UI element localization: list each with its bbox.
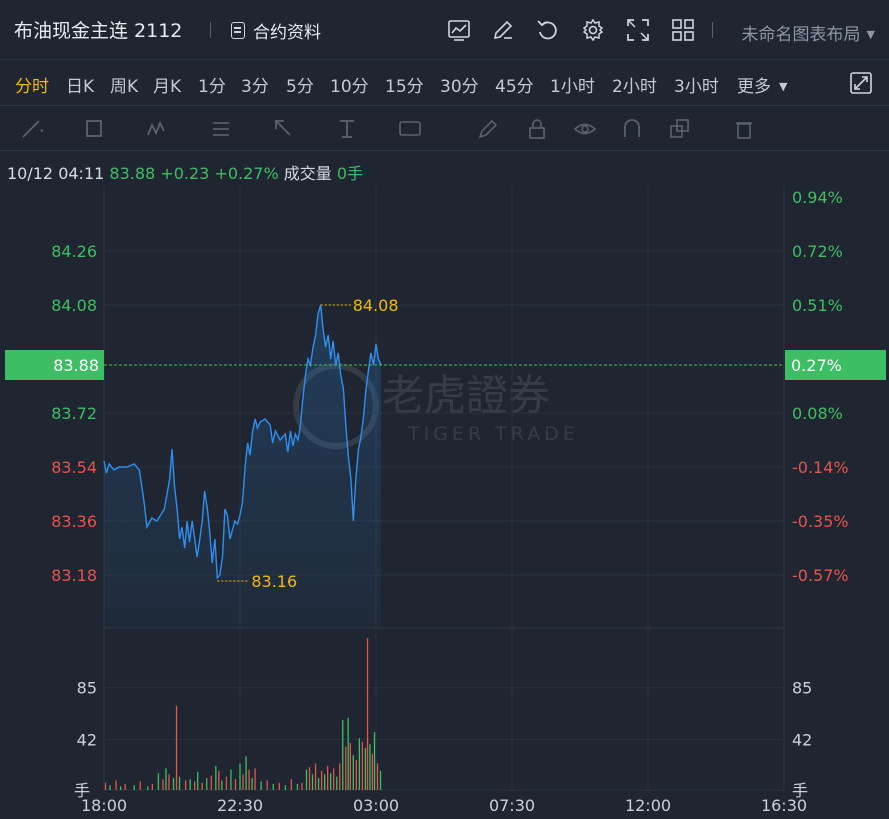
volume-unit-right: 手 [792,781,808,800]
x-tick-label: 22:30 [217,796,263,815]
high-label: 84.08 [353,296,399,315]
y-tick-label-left: 83.54 [51,458,97,477]
current-pct-label: 0.27% [791,356,842,375]
y-tick-label-right: -0.35% [792,512,849,531]
y-tick-label-right: -0.57% [792,566,849,585]
price-chart[interactable]: 老虎證券 TIGER TRADE 84.0883.1683.88 0.27% 18… [0,0,889,819]
x-tick-label: 12:00 [625,796,671,815]
y-tick-label-right: -0.14% [792,458,849,477]
current-price-label: 83.88 [53,356,99,375]
low-label: 83.16 [251,572,297,591]
volume-tick-right: 42 [792,730,812,749]
y-tick-label-right: 0.08% [792,404,843,423]
y-tick-label-right: 0.94% [792,188,843,207]
y-tick-label-left: 83.72 [51,404,97,423]
y-tick-label-left: 83.18 [51,566,97,585]
y-tick-label-left: 84.26 [51,242,97,261]
x-tick-label: 07:30 [489,796,535,815]
volume-unit-left: 手 [74,781,90,800]
y-tick-label-right: 0.72% [792,242,843,261]
watermark-en: TIGER TRADE [407,423,579,445]
volume-layer [104,638,382,790]
y-tick-label-left: 84.08 [51,296,97,315]
x-tick-label: 03:00 [353,796,399,815]
volume-tick-left: 85 [77,679,97,698]
price-layer: 84.08 83.16 83.88 0.27% [5,296,886,628]
y-tick-label-right: 0.51% [792,296,843,315]
volume-tick-right: 85 [792,679,812,698]
chart-grid [103,186,785,791]
volume-tick-left: 42 [77,730,97,749]
y-tick-label-left: 83.36 [51,512,97,531]
